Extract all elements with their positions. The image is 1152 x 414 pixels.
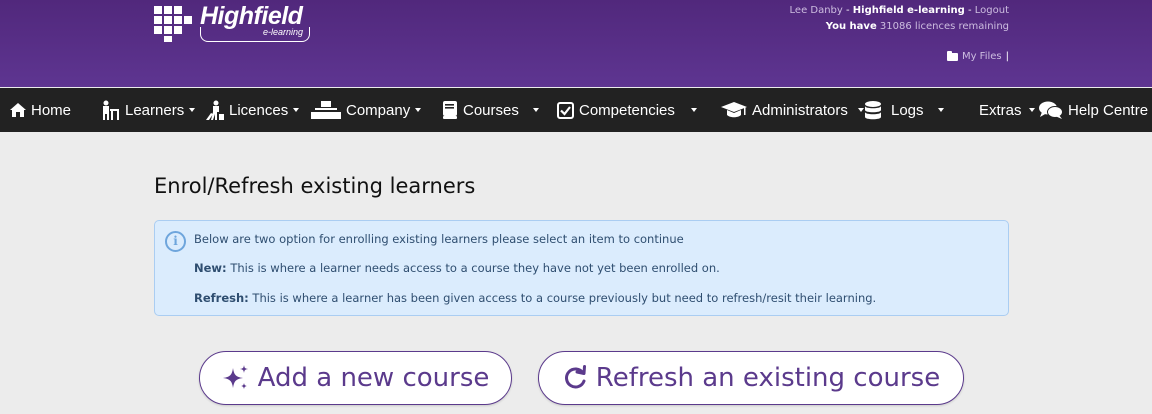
licences-icon xyxy=(206,100,224,120)
page-title: Enrol/Refresh existing learners xyxy=(154,174,476,198)
nav-competencies-label: Competencies xyxy=(579,101,675,119)
chevron-down-icon xyxy=(857,108,864,112)
header-bar: Highfield e-learning Lee Danby - Highfie… xyxy=(0,0,1152,87)
sparkles-icon xyxy=(222,364,250,392)
highfield-logo[interactable]: Highfield e-learning xyxy=(154,2,314,44)
nav-learners[interactable]: Learners xyxy=(101,88,196,132)
nav-logs-label: Logs xyxy=(891,101,924,119)
nav-administrators-label: Administrators xyxy=(752,101,848,119)
chevron-down-icon xyxy=(690,108,697,112)
info-intro: Below are two option for enrolling exist… xyxy=(194,232,684,246)
separator: - xyxy=(964,5,975,16)
nav-company[interactable]: Company xyxy=(311,88,422,132)
nav-extras-label: Extras xyxy=(979,101,1022,119)
nav-home[interactable]: Home xyxy=(10,88,71,132)
user-name[interactable]: Lee Danby xyxy=(790,5,843,16)
info-new-label: New: xyxy=(194,261,227,275)
info-new-text: This is where a learner needs access to … xyxy=(230,261,720,275)
info-new-line: New: This is where a learner needs acces… xyxy=(194,261,720,275)
org-name: Highfield e-learning xyxy=(852,5,965,16)
book-icon xyxy=(442,101,458,119)
refresh-icon xyxy=(562,365,588,391)
home-icon xyxy=(10,103,26,117)
add-new-course-button[interactable]: Add a new course xyxy=(199,351,512,405)
chevron-down-icon xyxy=(293,108,300,112)
comments-icon xyxy=(1039,101,1063,119)
learners-icon xyxy=(101,100,120,120)
nav-home-label: Home xyxy=(31,101,72,119)
licences-suffix: licences remaining xyxy=(914,21,1009,32)
info-refresh-line: Refresh: This is where a learner has bee… xyxy=(194,291,876,305)
chevron-down-icon xyxy=(415,108,422,112)
chevron-down-icon xyxy=(532,108,539,112)
chevron-down-icon xyxy=(1028,108,1035,112)
chevron-down-icon xyxy=(937,108,944,112)
my-files-link[interactable]: My Files | xyxy=(946,50,1009,62)
nav-extras[interactable]: Extras xyxy=(979,88,1035,132)
nav-administrators[interactable]: Administrators xyxy=(721,88,864,132)
folder-icon xyxy=(946,50,958,61)
info-icon: i xyxy=(165,231,186,252)
nav-licences-label: Licences xyxy=(229,101,289,119)
my-files-label: My Files xyxy=(961,51,1002,62)
nav-help-centre[interactable]: Help Centre xyxy=(1039,88,1148,132)
sitemap-icon xyxy=(311,101,341,119)
chevron-down-icon xyxy=(189,108,196,112)
database-icon xyxy=(865,100,881,120)
nav-competencies[interactable]: Competencies xyxy=(557,88,697,132)
checkbox-icon xyxy=(557,101,574,119)
nav-help-label: Help Centre xyxy=(1068,101,1149,119)
logout-link[interactable]: Logout xyxy=(975,5,1009,16)
main-nav: Home Learners Licences Company Courses C… xyxy=(0,88,1152,132)
info-alert: i Below are two option for enrolling exi… xyxy=(154,220,1009,316)
separator: - xyxy=(842,5,853,16)
info-refresh-label: Refresh: xyxy=(194,291,249,305)
add-new-course-label: Add a new course xyxy=(257,363,490,393)
logo-grid-icon xyxy=(154,6,192,42)
refresh-existing-course-label: Refresh an existing course xyxy=(595,363,941,393)
licences-prefix: You have xyxy=(825,21,877,32)
refresh-existing-course-button[interactable]: Refresh an existing course xyxy=(538,351,964,405)
graduation-cap-icon xyxy=(721,101,747,119)
logo-subtitle-frame: e-learning xyxy=(200,27,310,42)
my-files-separator: | xyxy=(1005,51,1009,62)
licences-count: 31086 xyxy=(879,21,912,32)
nav-courses[interactable]: Courses xyxy=(442,88,539,132)
nav-licences[interactable]: Licences xyxy=(206,88,300,132)
info-refresh-text: This is where a learner has been given a… xyxy=(252,291,877,305)
logo-subtitle: e-learning xyxy=(262,27,303,37)
nav-courses-label: Courses xyxy=(463,101,519,119)
nav-company-label: Company xyxy=(346,101,411,119)
nav-learners-label: Learners xyxy=(125,101,185,119)
nav-logs[interactable]: Logs xyxy=(865,88,944,132)
user-info: Lee Danby - Highfield e-learning - Logou… xyxy=(790,3,1009,35)
